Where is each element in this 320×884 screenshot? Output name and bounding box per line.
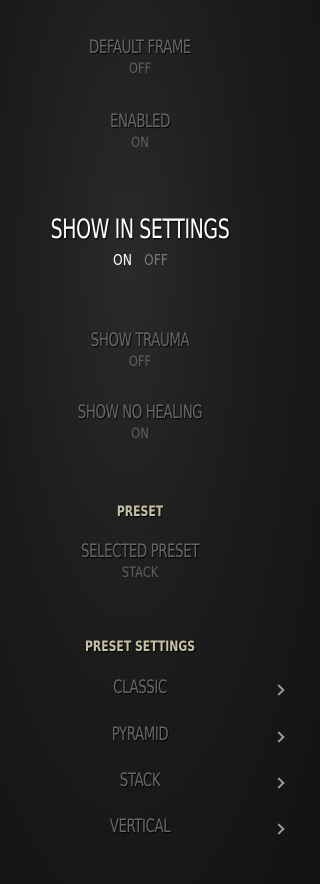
selected-preset-value: STACK — [121, 565, 159, 581]
preset-settings-section-header: PRESET SETTINGS — [0, 639, 280, 655]
show-no-healing-value: ON — [131, 426, 149, 442]
preset-section-header: PRESET — [0, 504, 280, 520]
chevron-right-icon — [273, 684, 285, 696]
show-trauma-title: SHOW TRAUMA — [90, 329, 190, 351]
enabled-value: ON — [131, 135, 149, 151]
preset-settings-header-label: PRESET SETTINGS — [84, 639, 196, 655]
show-in-settings-title: SHOW IN SETTINGS — [50, 214, 230, 245]
preset-item-stack[interactable]: STACK — [0, 769, 285, 791]
selected-preset-title: SELECTED PRESET — [80, 540, 200, 562]
preset-item-pyramid[interactable]: PYRAMID — [0, 723, 285, 745]
chevron-right-icon — [273, 731, 285, 743]
preset-item-label: PYRAMID — [111, 723, 169, 745]
chevron-right-icon — [273, 823, 285, 835]
show-trauma-value: OFF — [128, 354, 152, 370]
preset-item-vertical[interactable]: VERTICAL — [0, 815, 285, 837]
chevron-right-icon — [273, 777, 285, 789]
toggle-on-option[interactable]: ON — [113, 251, 132, 269]
preset-item-classic[interactable]: CLASSIC — [0, 676, 285, 698]
preset-item-label: CLASSIC — [113, 676, 167, 698]
preset-item-label: VERTICAL — [109, 815, 171, 837]
show-in-settings-toggle[interactable]: ON OFF — [108, 251, 171, 269]
default-frame-value: OFF — [128, 61, 152, 77]
show-no-healing-title: SHOW NO HEALING — [77, 401, 203, 423]
show-no-healing-setting[interactable]: SHOW NO HEALING ON — [0, 401, 280, 442]
enabled-setting[interactable]: ENABLED ON — [0, 110, 280, 151]
preset-header-label: PRESET — [116, 504, 164, 520]
default-frame-title: DEFAULT FRAME — [89, 36, 191, 58]
default-frame-setting[interactable]: DEFAULT FRAME OFF — [0, 36, 280, 77]
enabled-title: ENABLED — [109, 110, 171, 132]
toggle-off-option[interactable]: OFF — [144, 251, 168, 269]
show-in-settings-setting[interactable]: SHOW IN SETTINGS ON OFF — [0, 214, 280, 269]
show-trauma-setting[interactable]: SHOW TRAUMA OFF — [0, 329, 280, 370]
selected-preset-setting[interactable]: SELECTED PRESET STACK — [0, 540, 280, 581]
preset-item-label: STACK — [119, 769, 161, 791]
